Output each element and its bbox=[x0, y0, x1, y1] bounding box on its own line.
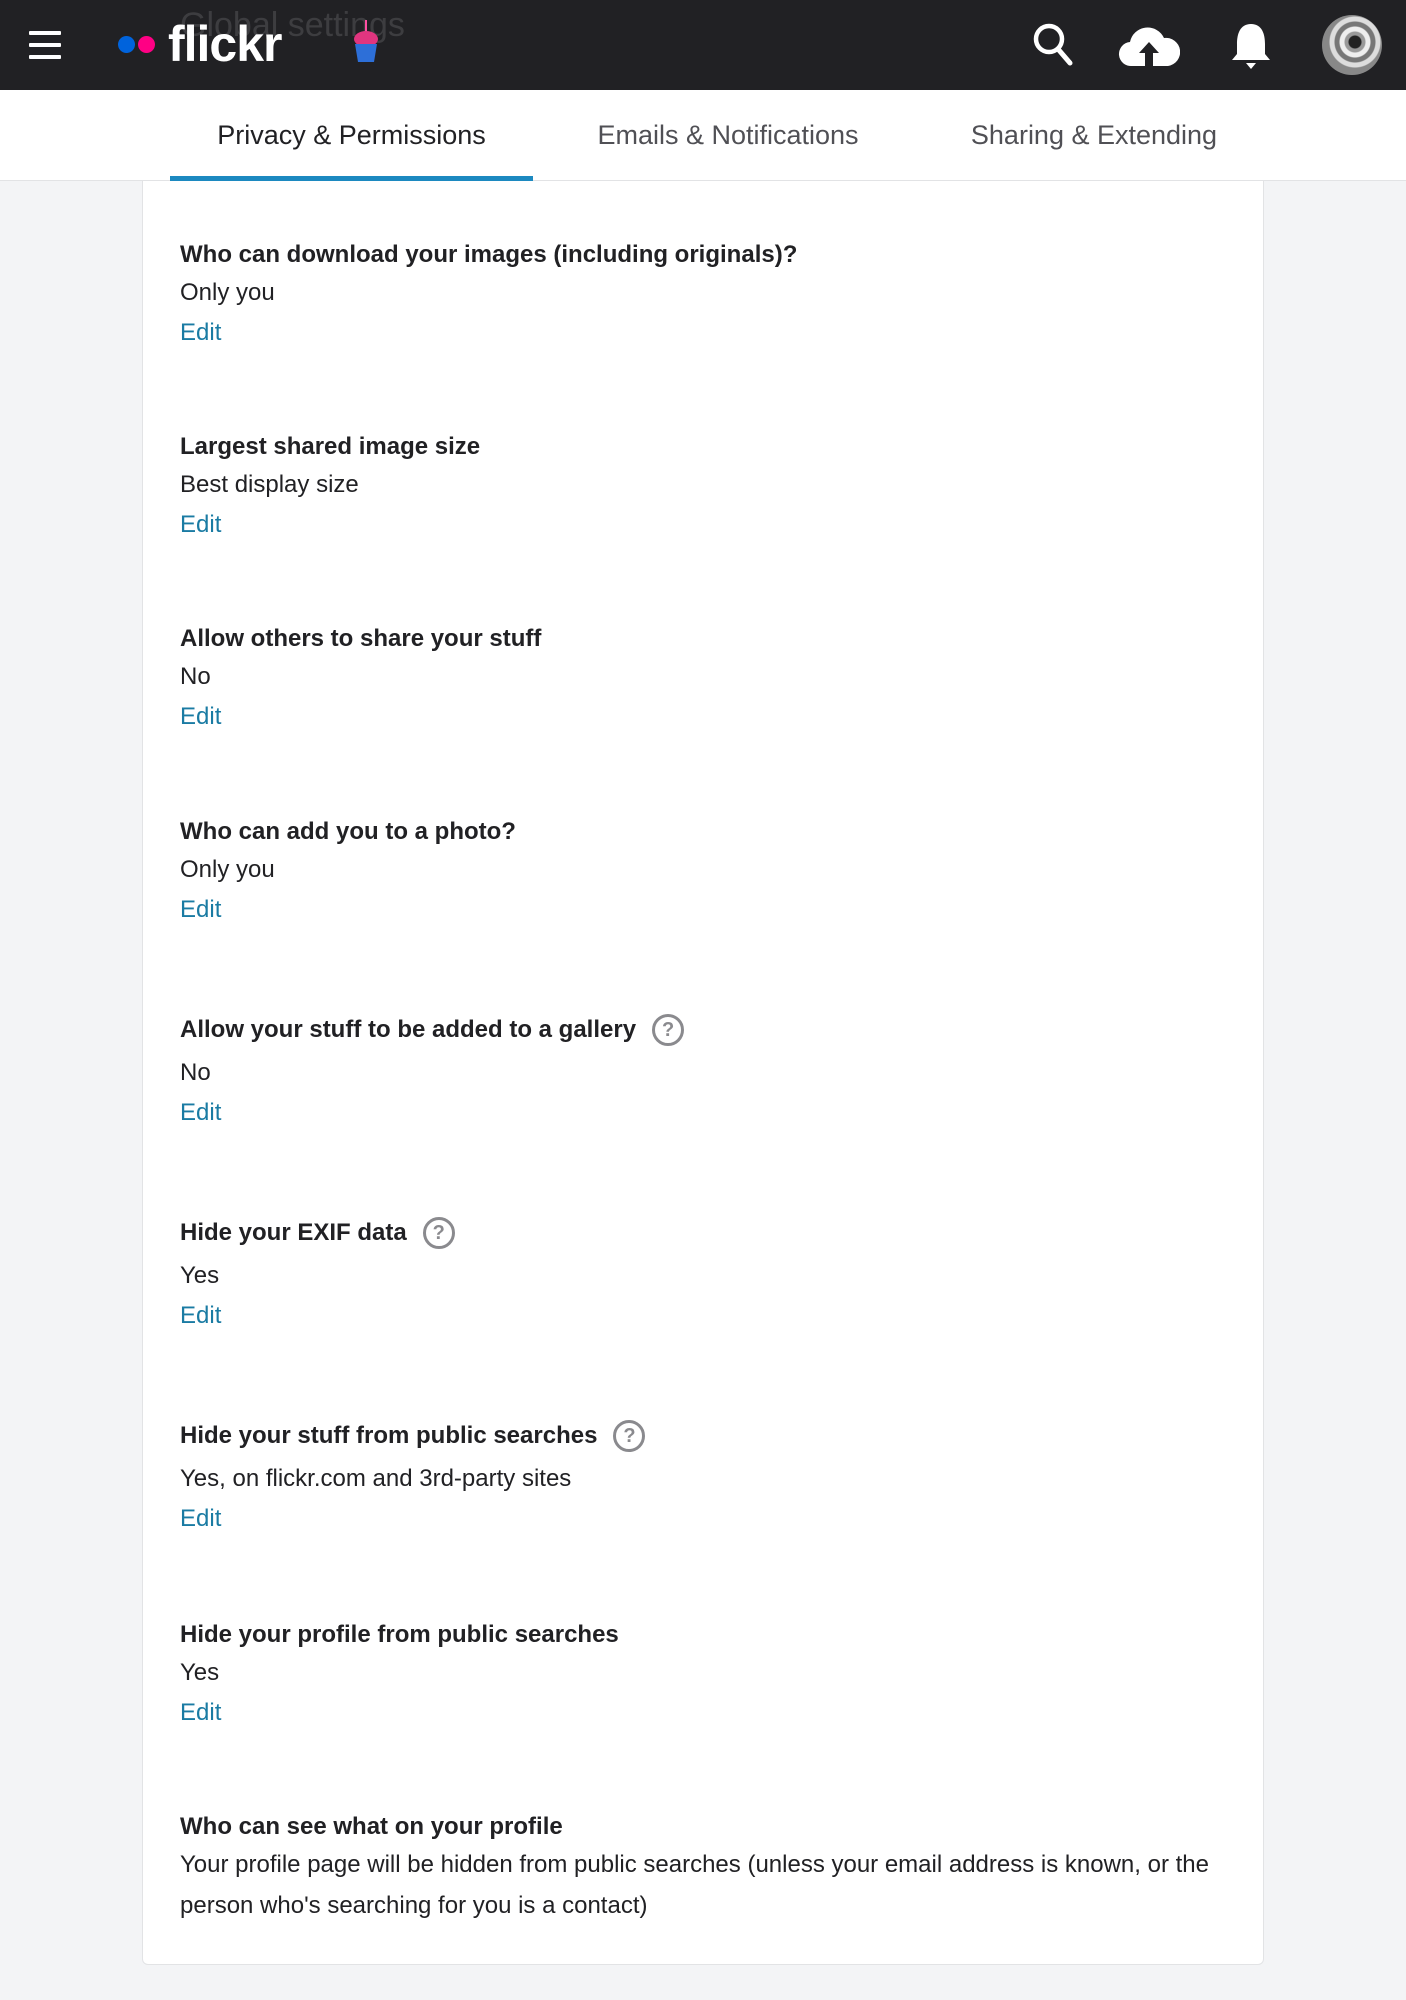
edit-link[interactable]: Edit bbox=[180, 703, 221, 731]
setting-title-text: Who can download your images (including … bbox=[180, 241, 798, 268]
setting-title-text: Hide your stuff from public searches bbox=[180, 1422, 598, 1449]
setting-value: Only you bbox=[180, 856, 275, 883]
setting-value: No bbox=[180, 1059, 211, 1086]
setting-row: Who can add you to a photo? Only you Edit bbox=[180, 817, 1240, 923]
setting-value: Your profile page will be hidden from pu… bbox=[180, 1851, 1209, 1919]
setting-title-text: Largest shared image size bbox=[180, 433, 481, 460]
logo-blue-dot bbox=[118, 35, 135, 53]
help-icon[interactable]: ? bbox=[613, 1420, 646, 1452]
setting-value: Yes bbox=[180, 1659, 220, 1686]
setting-row: Who can see what on your profile Your pro… bbox=[180, 1812, 1240, 1919]
setting-row: Who can download your images (including … bbox=[180, 240, 1240, 346]
setting-title: Who can add you to a photo? bbox=[180, 817, 1240, 847]
help-icon[interactable]: ? bbox=[422, 1217, 455, 1249]
menu-icon[interactable] bbox=[29, 31, 61, 59]
tab-privacy-permissions[interactable]: Privacy & Permissions bbox=[170, 90, 533, 181]
bell-icon[interactable] bbox=[1230, 22, 1272, 72]
cupcake-icon bbox=[354, 20, 378, 62]
setting-title: Allow your stuff to be added to a galler… bbox=[180, 1014, 1240, 1046]
setting-row: Hide your EXIF data? Yes Edit bbox=[180, 1217, 1240, 1329]
setting-value: Yes bbox=[180, 1262, 220, 1289]
setting-title-text: Allow others to share your stuff bbox=[180, 625, 542, 652]
edit-link[interactable]: Edit bbox=[180, 511, 221, 539]
setting-title: Allow others to share your stuff bbox=[180, 624, 1240, 654]
setting-value: Yes, on flickr.com and 3rd-party sites bbox=[180, 1465, 572, 1492]
setting-row: Hide your profile from public searches Ye… bbox=[180, 1620, 1240, 1726]
setting-row: Allow others to share your stuff No Edit bbox=[180, 624, 1240, 730]
top-navigation-bar: Global settings flickr bbox=[0, 0, 1406, 90]
help-icon[interactable]: ? bbox=[652, 1014, 685, 1046]
setting-value: Only you bbox=[180, 279, 275, 306]
logo-pink-dot bbox=[138, 35, 155, 53]
edit-link[interactable]: Edit bbox=[180, 896, 221, 924]
setting-title: Hide your EXIF data? bbox=[180, 1217, 1240, 1249]
upload-cloud-icon[interactable] bbox=[1118, 22, 1180, 68]
setting-title-text: Who can add you to a photo? bbox=[180, 818, 516, 845]
setting-row: Hide your stuff from public searches? Yes… bbox=[180, 1420, 1240, 1532]
setting-title-text: Hide your EXIF data bbox=[180, 1219, 407, 1246]
edit-link[interactable]: Edit bbox=[180, 1699, 221, 1727]
edit-link[interactable]: Edit bbox=[180, 319, 221, 347]
setting-row: Allow your stuff to be added to a galler… bbox=[180, 1014, 1240, 1126]
setting-title: Largest shared image size bbox=[180, 432, 1240, 462]
avatar[interactable] bbox=[1322, 15, 1382, 75]
edit-link[interactable]: Edit bbox=[180, 1302, 221, 1330]
setting-row: Largest shared image size Best display si… bbox=[180, 432, 1240, 538]
setting-title: Who can see what on your profile bbox=[180, 1812, 1240, 1842]
tab-emails-notifications[interactable]: Emails & Notifications bbox=[570, 90, 886, 180]
setting-title: Who can download your images (including … bbox=[180, 240, 1240, 270]
logo-text: flickr bbox=[168, 16, 283, 72]
setting-title-text: Allow your stuff to be added to a galler… bbox=[180, 1016, 637, 1043]
setting-value: No bbox=[180, 663, 211, 690]
setting-title: Hide your stuff from public searches? bbox=[180, 1420, 1240, 1452]
setting-value: Best display size bbox=[180, 471, 359, 498]
setting-title-text: Who can see what on your profile bbox=[180, 1813, 563, 1840]
search-icon[interactable] bbox=[1032, 22, 1074, 68]
setting-title: Hide your profile from public searches bbox=[180, 1620, 1240, 1650]
edit-link[interactable]: Edit bbox=[180, 1099, 221, 1127]
flickr-logo[interactable]: flickr bbox=[118, 14, 283, 74]
tab-sharing-extending[interactable]: Sharing & Extending bbox=[944, 90, 1244, 180]
edit-link[interactable]: Edit bbox=[180, 1505, 221, 1533]
settings-tabs: Privacy & Permissions Emails & Notificat… bbox=[0, 90, 1406, 181]
setting-title-text: Hide your profile from public searches bbox=[180, 1621, 619, 1648]
